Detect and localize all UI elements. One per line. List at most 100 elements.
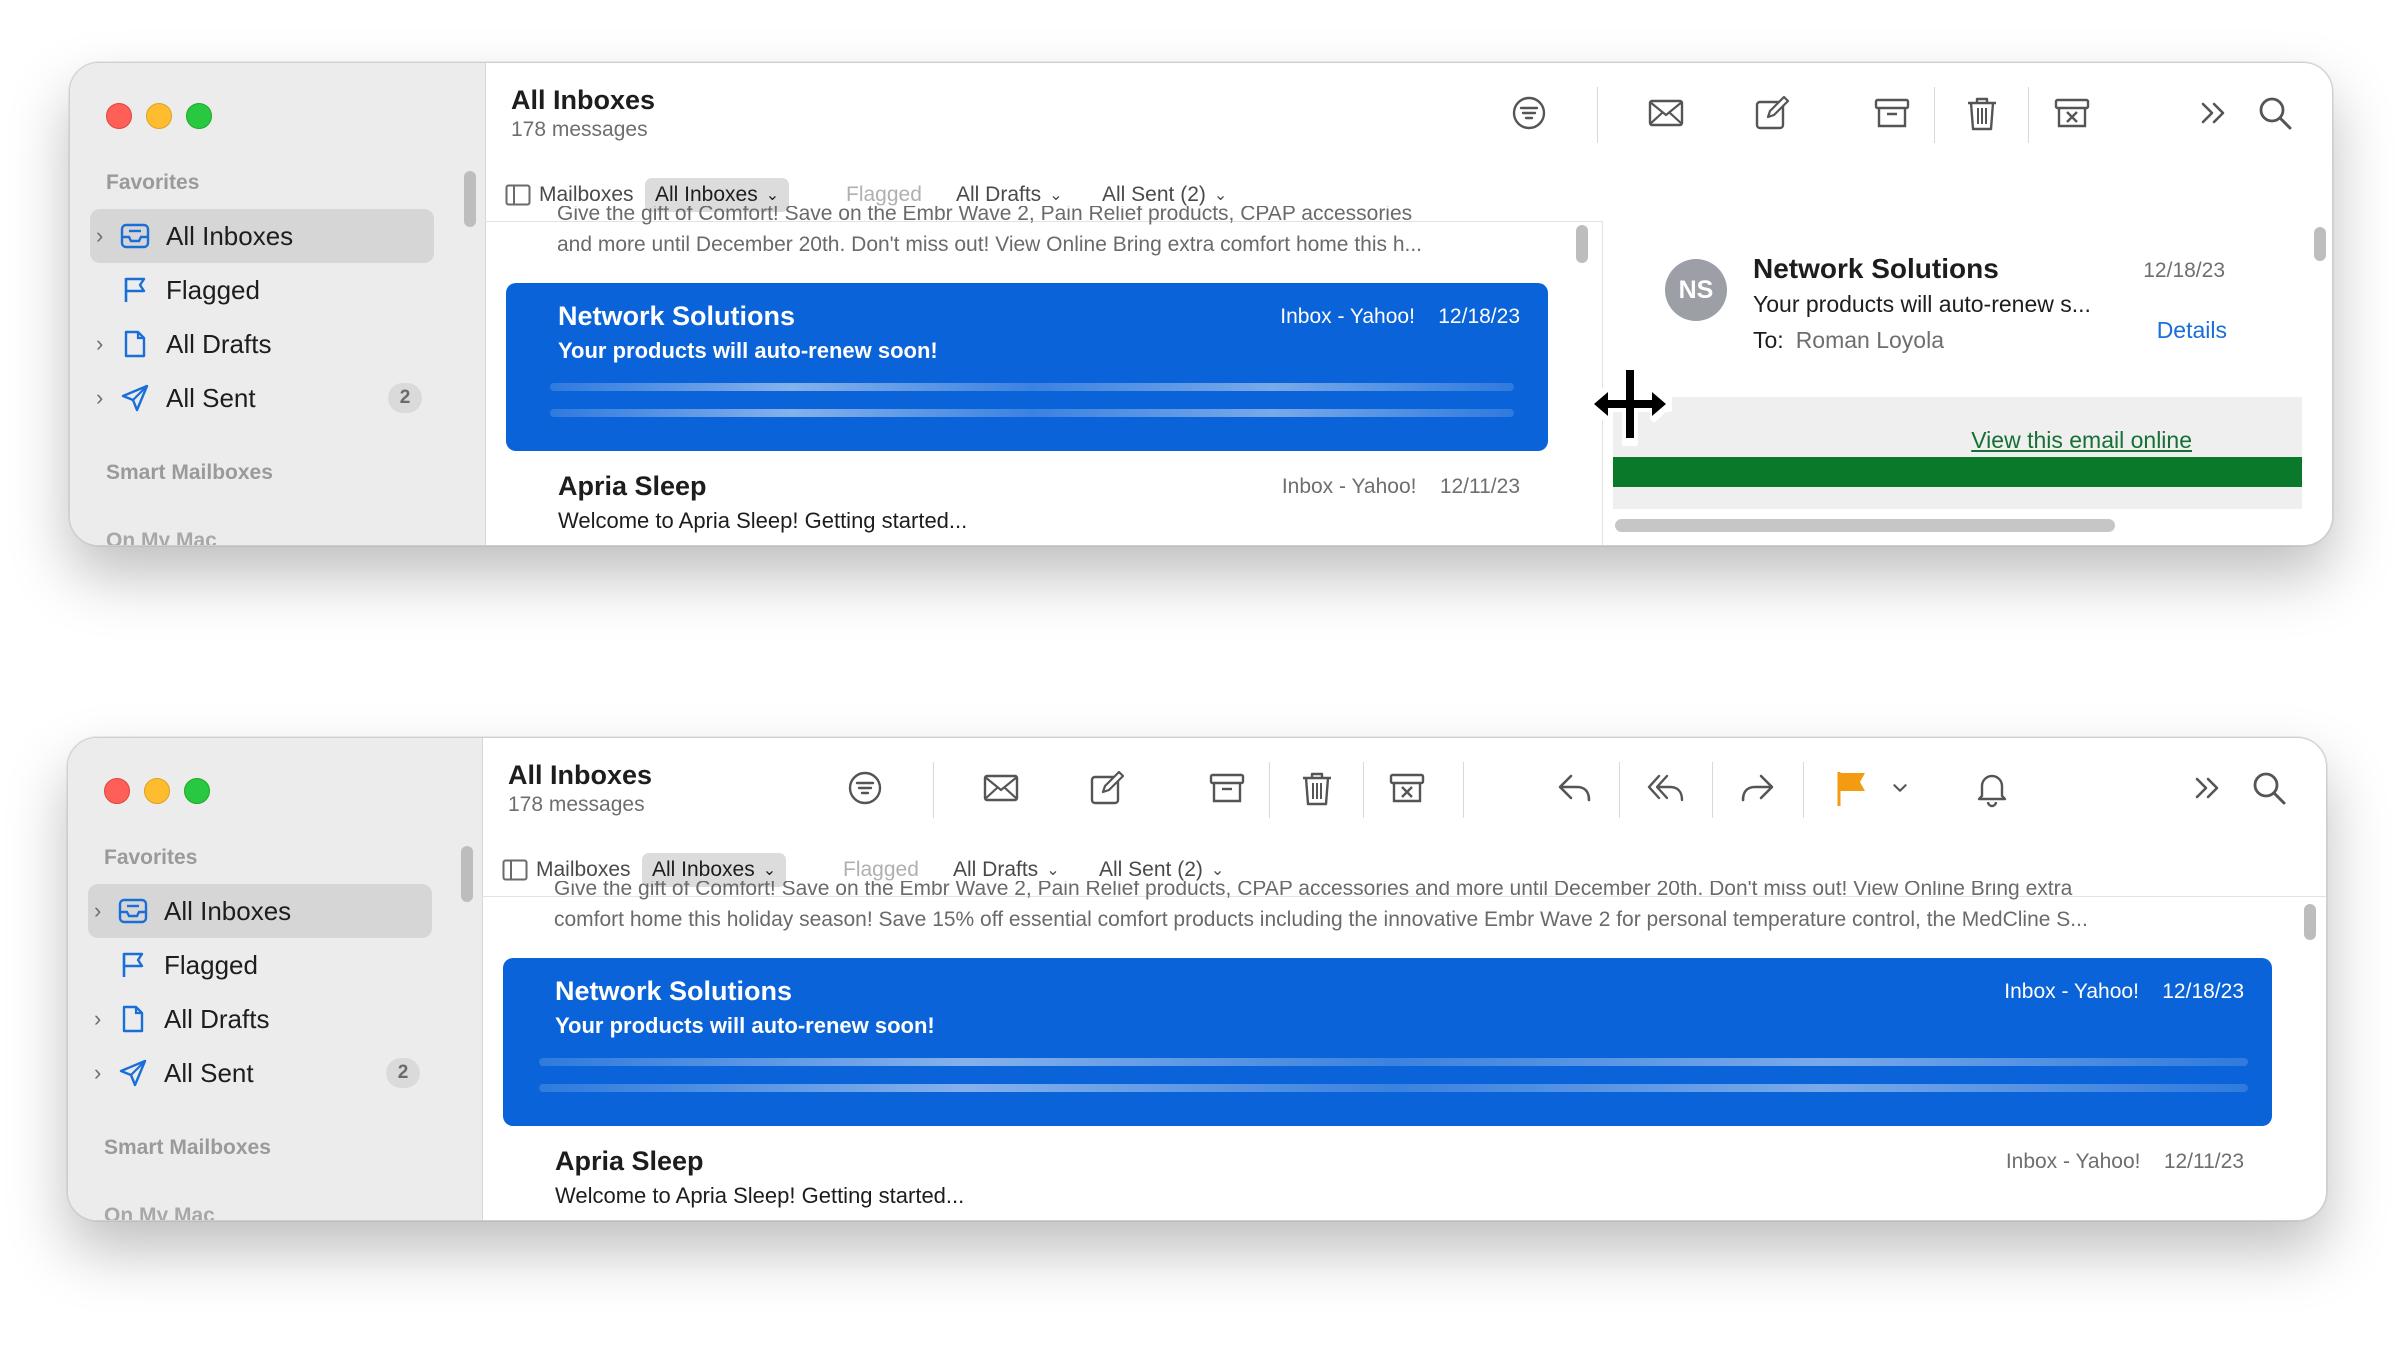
- message-row-selected[interactable]: Network Solutions Inbox - Yahoo! 12/18/2…: [503, 958, 2272, 1126]
- sidebar-item-all-sent[interactable]: › All Sent 2: [90, 371, 434, 425]
- avatar: NS: [1665, 259, 1727, 321]
- reader-scrollbar[interactable]: [2314, 227, 2326, 261]
- more-icon[interactable]: [2191, 91, 2235, 135]
- message-mailbox: Inbox - Yahoo!: [2005, 1150, 2141, 1173]
- sidebar-toggle-icon: [502, 859, 528, 881]
- message-count: 178 messages: [511, 118, 648, 141]
- chevron-right-icon[interactable]: ›: [94, 1006, 116, 1032]
- filter-icon[interactable]: [843, 766, 887, 810]
- compose-icon[interactable]: [1750, 91, 1794, 135]
- message-count: 178 messages: [508, 793, 645, 816]
- sidebar-item-all-drafts[interactable]: › All Drafts: [90, 317, 434, 371]
- chip-label: Flagged: [846, 183, 922, 206]
- sidebar: Favorites › All Inboxes Flagged › All Dr…: [70, 63, 486, 545]
- flag-outline-icon: [118, 275, 152, 305]
- chevron-right-icon[interactable]: ›: [94, 898, 116, 924]
- message-subject: Your products will auto-renew soon!: [558, 338, 938, 363]
- message-date: 12/11/23: [1439, 475, 1520, 498]
- window-controls: [106, 103, 212, 129]
- close-window-button[interactable]: [106, 103, 132, 129]
- message-row[interactable]: Apria Sleep Inbox - Yahoo! 12/11/23 Welc…: [506, 453, 1548, 545]
- chevron-right-icon[interactable]: ›: [96, 331, 118, 357]
- reply-all-icon[interactable]: [1644, 766, 1688, 810]
- junk-icon[interactable]: [2050, 91, 2094, 135]
- sidebar-item-label: Flagged: [164, 949, 258, 980]
- search-icon[interactable]: [2253, 91, 2297, 135]
- forward-icon[interactable]: [1735, 766, 1779, 810]
- mail-window-bottom: Favorites › All Inboxes Flagged › All Dr…: [67, 737, 2327, 1221]
- blurred-preview: [539, 1058, 2248, 1066]
- sidebar-item-label: All Drafts: [166, 328, 272, 359]
- message-meta: Inbox - Yahoo! 12/11/23: [1282, 475, 1520, 499]
- chevron-right-icon[interactable]: ›: [96, 385, 118, 411]
- chevron-down-icon: ⌄: [1049, 187, 1063, 204]
- sidebar-scrollbar[interactable]: [461, 846, 473, 902]
- message-row-selected[interactable]: Network Solutions Inbox - Yahoo! 12/18/2…: [506, 283, 1548, 451]
- details-link[interactable]: Details: [2157, 317, 2227, 344]
- message-preview: Give the gift of Comfort! Save on the Em…: [557, 206, 1577, 268]
- preview-line: Give the gift of Comfort! Save on the Em…: [554, 881, 2073, 900]
- flag-outline-icon: [116, 950, 150, 980]
- blurred-preview: [550, 383, 1514, 391]
- junk-icon[interactable]: [1385, 766, 1429, 810]
- sidebar-scrollbar[interactable]: [464, 171, 476, 227]
- document-icon: [116, 1004, 150, 1034]
- chip-label: Flagged: [843, 858, 919, 881]
- mail-window-top: Favorites › All Inboxes Flagged › All Dr…: [69, 62, 2333, 546]
- flag-icon[interactable]: [1829, 766, 1873, 810]
- reply-icon[interactable]: [1553, 766, 1597, 810]
- zoom-window-button[interactable]: [186, 103, 212, 129]
- flag-menu-chevron-down-icon[interactable]: [1886, 766, 1914, 810]
- message-subject: Welcome to Apria Sleep! Getting started.…: [558, 508, 968, 533]
- smart-mailboxes-label: Smart Mailboxes: [104, 1136, 271, 1159]
- paper-plane-icon: [116, 1058, 150, 1088]
- archive-icon[interactable]: [1205, 766, 1249, 810]
- sidebar-item-label: All Drafts: [164, 1003, 270, 1034]
- archive-icon[interactable]: [1870, 91, 1914, 135]
- sidebar-item-flagged[interactable]: Flagged: [88, 938, 432, 992]
- message-list-scrollbar[interactable]: [2304, 904, 2316, 940]
- mailbox-title: All Inboxes 178 messages: [508, 760, 652, 817]
- sidebar-item-label: All Inboxes: [164, 895, 292, 926]
- sidebar-item-all-drafts[interactable]: › All Drafts: [88, 992, 432, 1046]
- message-row[interactable]: Apria Sleep Inbox - Yahoo! 12/11/23 Welc…: [503, 1128, 2272, 1220]
- chevron-right-icon[interactable]: ›: [94, 1060, 116, 1086]
- get-mail-icon[interactable]: [979, 766, 1023, 810]
- message-meta: Inbox - Yahoo! 12/18/23: [2004, 980, 2244, 1004]
- close-window-button[interactable]: [104, 778, 130, 804]
- page-title: All Inboxes: [511, 85, 656, 115]
- chevron-right-icon[interactable]: ›: [96, 223, 118, 249]
- filter-icon[interactable]: [1507, 91, 1551, 135]
- more-icon[interactable]: [2185, 766, 2229, 810]
- trash-icon[interactable]: [1960, 91, 2004, 135]
- message-list-scrollbar[interactable]: [1576, 225, 1588, 263]
- chevron-down-icon: ⌄: [1046, 862, 1060, 879]
- minimize-window-button[interactable]: [146, 103, 172, 129]
- search-icon[interactable]: [2247, 766, 2291, 810]
- get-mail-icon[interactable]: [1644, 91, 1688, 135]
- trash-icon[interactable]: [1295, 766, 1339, 810]
- minimize-window-button[interactable]: [144, 778, 170, 804]
- sidebar-item-all-inboxes[interactable]: › All Inboxes: [88, 884, 432, 938]
- on-my-mac-label: On My Mac: [104, 1204, 215, 1221]
- sidebar-item-all-sent[interactable]: › All Sent 2: [88, 1046, 432, 1100]
- reader-subject: Your products will auto-renew s...: [1753, 291, 2091, 317]
- email-body: View this email online: [1613, 397, 2302, 509]
- compose-icon[interactable]: [1085, 766, 1129, 810]
- on-my-mac-label: On My Mac: [106, 529, 217, 546]
- favorites-label: Favorites: [106, 171, 200, 194]
- message-mailbox: Inbox - Yahoo!: [1281, 475, 1417, 498]
- bell-icon[interactable]: [1970, 766, 2014, 810]
- sidebar-item-flagged[interactable]: Flagged: [90, 263, 434, 317]
- zoom-window-button[interactable]: [184, 778, 210, 804]
- reader-horizontal-scrollbar[interactable]: [1615, 519, 2115, 532]
- message-subject: Welcome to Apria Sleep! Getting started.…: [555, 1183, 965, 1208]
- sidebar-item-all-inboxes[interactable]: › All Inboxes: [90, 209, 434, 263]
- message-subject: Your products will auto-renew soon!: [555, 1013, 935, 1038]
- view-online-link[interactable]: View this email online: [1971, 427, 2192, 454]
- sidebar-item-label: All Sent: [164, 1057, 254, 1088]
- message-meta: Inbox - Yahoo! 12/11/23: [2006, 1150, 2244, 1174]
- preview-line: Give the gift of Comfort! Save on the Em…: [557, 206, 1413, 225]
- recipient-name: Roman Loyola: [1795, 327, 1944, 353]
- blurred-preview: [539, 1084, 2248, 1092]
